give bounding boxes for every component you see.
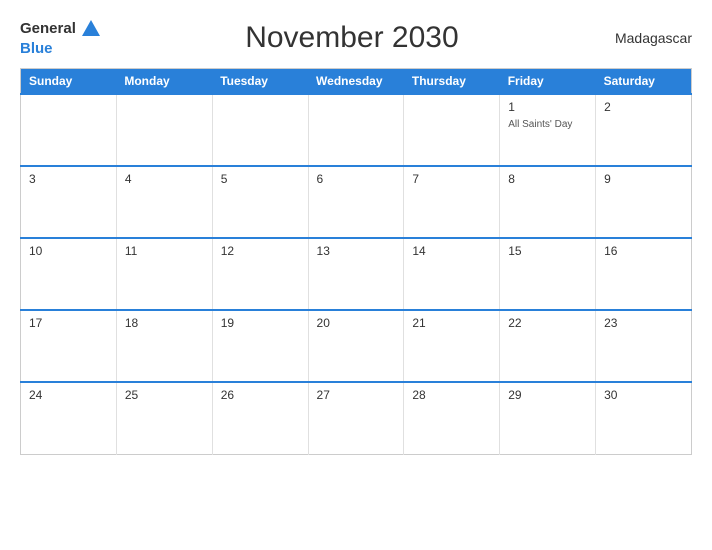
day-number: 15 bbox=[508, 244, 587, 258]
logo: General Blue bbox=[20, 18, 102, 58]
day-number: 19 bbox=[221, 316, 300, 330]
calendar-header-row: SundayMondayTuesdayWednesdayThursdayFrid… bbox=[21, 69, 692, 95]
calendar-cell: 4 bbox=[116, 166, 212, 238]
calendar-cell: 19 bbox=[212, 310, 308, 382]
day-number: 13 bbox=[317, 244, 396, 258]
calendar-cell: 13 bbox=[308, 238, 404, 310]
calendar-cell: 30 bbox=[596, 382, 692, 454]
calendar-cell: 21 bbox=[404, 310, 500, 382]
logo-icon bbox=[80, 18, 102, 40]
day-number: 16 bbox=[604, 244, 683, 258]
calendar-cell: 16 bbox=[596, 238, 692, 310]
calendar-cell bbox=[21, 94, 117, 166]
calendar-cell: 15 bbox=[500, 238, 596, 310]
calendar-cell bbox=[116, 94, 212, 166]
calendar-cell: 29 bbox=[500, 382, 596, 454]
day-number: 27 bbox=[317, 388, 396, 402]
week-row-3: 10 11 12 13 14 15 16 bbox=[21, 238, 692, 310]
day-number: 1 bbox=[508, 100, 587, 114]
calendar-cell bbox=[308, 94, 404, 166]
col-header-saturday: Saturday bbox=[596, 69, 692, 95]
calendar-cell: 14 bbox=[404, 238, 500, 310]
calendar-cell: 9 bbox=[596, 166, 692, 238]
calendar-cell: 26 bbox=[212, 382, 308, 454]
day-number: 29 bbox=[508, 388, 587, 402]
calendar-title: November 2030 bbox=[102, 21, 602, 55]
day-number: 10 bbox=[29, 244, 108, 258]
day-number: 12 bbox=[221, 244, 300, 258]
calendar-cell: 20 bbox=[308, 310, 404, 382]
calendar-cell: 24 bbox=[21, 382, 117, 454]
calendar-cell: 12 bbox=[212, 238, 308, 310]
calendar-cell: 2 bbox=[596, 94, 692, 166]
col-header-sunday: Sunday bbox=[21, 69, 117, 95]
day-number: 5 bbox=[221, 172, 300, 186]
week-row-5: 24 25 26 27 28 29 30 bbox=[21, 382, 692, 454]
calendar-cell bbox=[212, 94, 308, 166]
week-row-2: 3 4 5 6 7 8 9 bbox=[21, 166, 692, 238]
day-number: 18 bbox=[125, 316, 204, 330]
col-header-tuesday: Tuesday bbox=[212, 69, 308, 95]
week-row-4: 17 18 19 20 21 22 23 bbox=[21, 310, 692, 382]
col-header-wednesday: Wednesday bbox=[308, 69, 404, 95]
col-header-friday: Friday bbox=[500, 69, 596, 95]
calendar-cell: 17 bbox=[21, 310, 117, 382]
calendar-cell: 3 bbox=[21, 166, 117, 238]
calendar-table: SundayMondayTuesdayWednesdayThursdayFrid… bbox=[20, 68, 692, 455]
header: General Blue November 2030 Madagascar bbox=[20, 18, 692, 58]
calendar-page: General Blue November 2030 Madagascar Su… bbox=[0, 0, 712, 550]
day-number: 7 bbox=[412, 172, 491, 186]
day-number: 17 bbox=[29, 316, 108, 330]
day-number: 20 bbox=[317, 316, 396, 330]
week-row-1: 1 All Saints' Day 2 bbox=[21, 94, 692, 166]
logo-blue-text: Blue bbox=[20, 40, 53, 57]
col-header-monday: Monday bbox=[116, 69, 212, 95]
calendar-cell: 22 bbox=[500, 310, 596, 382]
day-number: 30 bbox=[604, 388, 683, 402]
calendar-cell: 18 bbox=[116, 310, 212, 382]
calendar-cell: 5 bbox=[212, 166, 308, 238]
calendar-cell: 27 bbox=[308, 382, 404, 454]
day-number: 11 bbox=[125, 244, 204, 258]
day-number: 28 bbox=[412, 388, 491, 402]
calendar-cell: 7 bbox=[404, 166, 500, 238]
holiday-label: All Saints' Day bbox=[508, 119, 572, 130]
calendar-cell: 25 bbox=[116, 382, 212, 454]
calendar-cell: 28 bbox=[404, 382, 500, 454]
col-header-thursday: Thursday bbox=[404, 69, 500, 95]
calendar-cell: 6 bbox=[308, 166, 404, 238]
day-number: 21 bbox=[412, 316, 491, 330]
day-number: 23 bbox=[604, 316, 683, 330]
day-number: 9 bbox=[604, 172, 683, 186]
day-number: 24 bbox=[29, 388, 108, 402]
day-number: 8 bbox=[508, 172, 587, 186]
day-number: 2 bbox=[604, 100, 683, 114]
day-number: 6 bbox=[317, 172, 396, 186]
day-number: 3 bbox=[29, 172, 108, 186]
day-number: 14 bbox=[412, 244, 491, 258]
calendar-cell: 11 bbox=[116, 238, 212, 310]
calendar-cell: 1 All Saints' Day bbox=[500, 94, 596, 166]
day-number: 25 bbox=[125, 388, 204, 402]
day-number: 4 bbox=[125, 172, 204, 186]
calendar-cell bbox=[404, 94, 500, 166]
country-label: Madagascar bbox=[602, 30, 692, 46]
logo-general-text: General bbox=[20, 21, 76, 38]
day-number: 26 bbox=[221, 388, 300, 402]
day-number: 22 bbox=[508, 316, 587, 330]
calendar-cell: 23 bbox=[596, 310, 692, 382]
calendar-cell: 8 bbox=[500, 166, 596, 238]
calendar-cell: 10 bbox=[21, 238, 117, 310]
